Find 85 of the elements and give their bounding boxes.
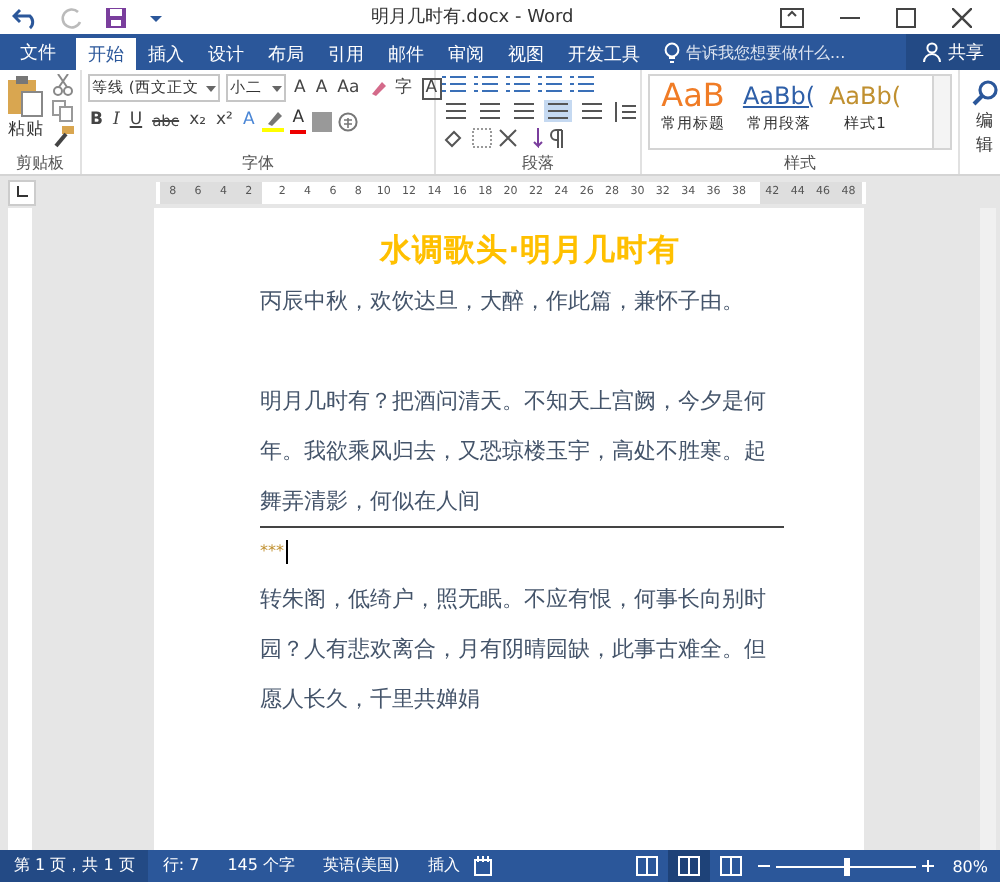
gallery-scrollbar[interactable] — [932, 76, 950, 148]
ribbon-tab[interactable]: 开发工具 — [556, 38, 652, 70]
group-label: 样式 — [782, 154, 818, 174]
view-button[interactable] — [668, 850, 711, 882]
ribbon-display-icon[interactable] — [780, 7, 804, 27]
ribbon-tab[interactable]: 插入 — [136, 38, 196, 70]
poem-line: 愿人长久，千里共婵娟 — [260, 684, 480, 716]
character-border-button[interactable]: A — [421, 77, 442, 99]
zoom-level[interactable]: 80% — [952, 857, 988, 875]
status-item[interactable]: 插入 — [413, 850, 474, 882]
page-view-icon — [636, 856, 659, 876]
caret-icon — [272, 85, 282, 91]
ribbon-tab[interactable]: 设计 — [196, 38, 256, 70]
alignment-button[interactable] — [476, 100, 504, 122]
status-item[interactable]: 第 1 页，共 1 页 — [0, 850, 149, 882]
lightbulb-icon — [664, 41, 680, 63]
page-view-icon — [720, 856, 743, 876]
poem-line: 舞弄清影，何似在人间 — [260, 486, 480, 518]
paragraph-list-icon[interactable] — [538, 74, 564, 94]
page-view-icon — [678, 856, 701, 876]
eraser-icon[interactable] — [367, 78, 388, 98]
editing-button[interactable]: 编辑 — [966, 78, 1000, 158]
cut-icon[interactable] — [52, 74, 74, 96]
font-tool-button[interactable]: A — [313, 77, 330, 99]
paragraph-list-icon[interactable] — [474, 74, 500, 94]
poem-line: 明月几时有？把酒问清天。不知天上宫阙，今夕是何 — [260, 386, 766, 418]
highlighter-icon[interactable] — [262, 110, 285, 132]
window-title: 明月几时有.docx - Word — [368, 5, 576, 30]
alignment-button[interactable] — [510, 100, 538, 122]
poem-line: 转朱阁，低绮户，照无眠。不应有恨，何事长向别时 — [260, 584, 766, 616]
tab-selector[interactable] — [8, 179, 36, 205]
ribbon-tab[interactable]: 审阅 — [436, 38, 496, 70]
font-color-button[interactable]: A — [290, 108, 307, 134]
search-icon — [971, 78, 1000, 106]
character-shading-icon[interactable] — [312, 111, 333, 131]
phonetic-guide-button[interactable]: 字 — [393, 77, 416, 99]
ribbon-tab[interactable]: 布局 — [256, 38, 316, 70]
text-effects-button[interactable]: A — [240, 110, 257, 132]
ribbon-tab[interactable]: 邮件 — [376, 38, 436, 70]
status-item[interactable]: 行: 7 — [148, 850, 214, 882]
font-format-button[interactable]: U — [127, 110, 145, 132]
font-tool-button[interactable]: A — [292, 77, 308, 99]
alignment-button[interactable] — [544, 100, 572, 122]
zoom-out-icon[interactable] — [758, 860, 771, 872]
font-format-button[interactable]: x₂ — [187, 110, 209, 132]
caret-icon — [206, 85, 216, 91]
maximize-icon[interactable] — [896, 7, 916, 27]
undo-icon[interactable] — [12, 5, 40, 29]
font-format-button[interactable]: B — [88, 110, 105, 132]
paragraph-mark-icon[interactable] — [550, 128, 566, 148]
document-title: 水调歌头·明月几时有 — [377, 230, 682, 272]
ribbon-tab[interactable]: 视图 — [496, 38, 556, 70]
person-icon — [922, 42, 942, 62]
font-format-button[interactable]: I — [110, 110, 122, 132]
save-icon[interactable] — [104, 5, 128, 29]
font-format-button[interactable]: x² — [214, 110, 235, 132]
ribbon-tab[interactable]: 开始 — [76, 38, 136, 70]
alignment-button[interactable] — [578, 100, 606, 122]
group-label: 剪贴板 — [14, 154, 66, 174]
paragraph-list-icon[interactable] — [506, 74, 532, 94]
group-label: 字体 — [240, 154, 276, 174]
text-cursor — [286, 539, 288, 563]
enclosed-character-icon[interactable] — [338, 111, 359, 131]
line-spacing-icon[interactable] — [612, 101, 636, 121]
paragraph-list-icon[interactable] — [442, 74, 468, 94]
poem-line: 年。我欲乘风归去，又恐琼楼玉宇，高处不胜寒。起 — [260, 436, 766, 468]
ribbon-tab[interactable]: 引用 — [316, 38, 376, 70]
format-painter-icon[interactable] — [52, 126, 74, 148]
paragraph-list-icon[interactable] — [570, 74, 596, 94]
status-item[interactable]: 英语(美国) — [309, 850, 414, 882]
font-tool-button[interactable]: Aa — [335, 77, 362, 99]
separator-text: *** — [260, 542, 284, 560]
alignment-button[interactable] — [442, 100, 470, 122]
left-tab-icon — [16, 186, 28, 198]
poem-line: 园？人有悲欢离合，月有阴晴园缺，此事古难全。但 — [260, 634, 766, 666]
poem-line: 丙辰中秋，欢饮达旦，大醉，作此篇，兼怀子由。 — [260, 286, 744, 318]
zoom-slider-thumb[interactable] — [844, 857, 851, 875]
share-button[interactable]: 共享 — [906, 34, 1000, 70]
paste-button[interactable]: 粘贴 — [6, 74, 46, 142]
close-icon[interactable] — [952, 7, 972, 27]
tell-me-field[interactable]: 告诉我您想要做什么... — [686, 43, 886, 61]
group-label: 段落 — [520, 154, 556, 174]
status-item[interactable]: 145 个字 — [213, 850, 309, 882]
vertical-scrollbar[interactable] — [980, 208, 996, 850]
zoom-in-icon[interactable] — [922, 860, 935, 872]
